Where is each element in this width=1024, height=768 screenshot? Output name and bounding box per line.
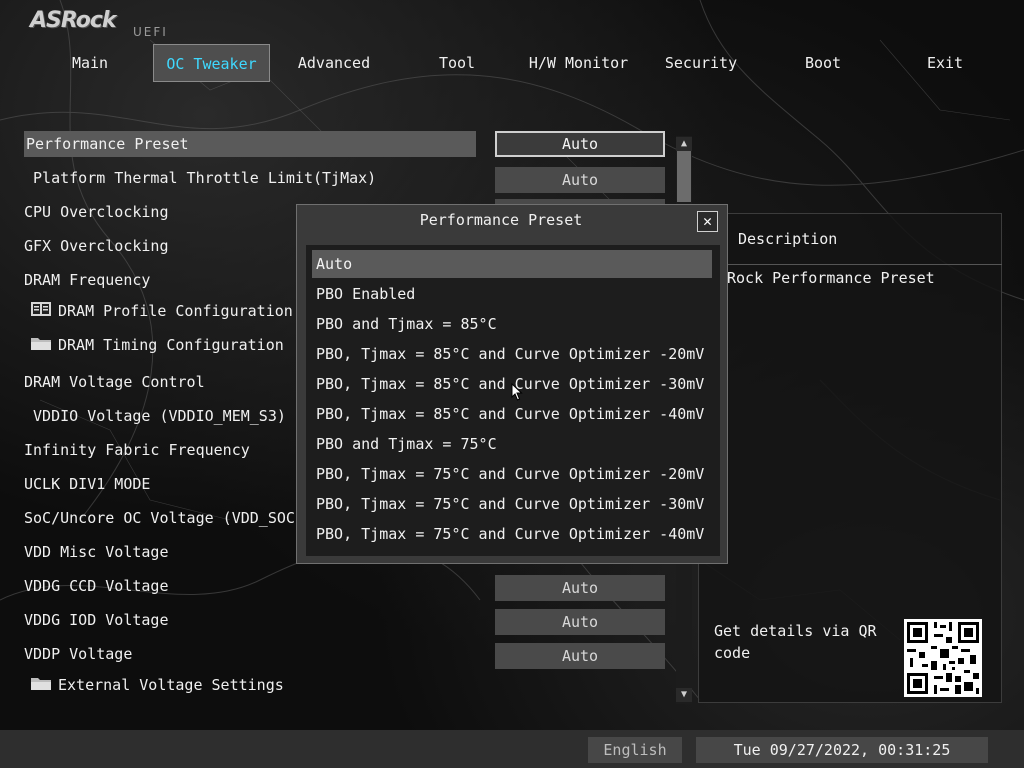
setting-label: VDDP Voltage [24, 645, 133, 663]
setting-label: Infinity Fabric Frequency [24, 441, 250, 459]
qr-code-label: Get details via QR code [714, 622, 877, 662]
setting-soc-uncore-oc-voltage[interactable]: SoC/Uncore OC Voltage (VDD_SOC) [24, 505, 304, 531]
setting-infinity-fabric-frequency[interactable]: Infinity Fabric Frequency [24, 437, 250, 463]
setting-performance-preset[interactable]: Performance Preset [24, 131, 476, 157]
setting-label: VDDG CCD Voltage [24, 577, 169, 595]
setting-label: DRAM Frequency [24, 271, 151, 289]
option-pbo-tjmax-85[interactable]: PBO and Tjmax = 85°C [312, 310, 712, 338]
vddg-ccd-voltage-value[interactable]: Auto [495, 575, 665, 601]
profile-icon [30, 299, 52, 325]
setting-label: VDD Misc Voltage [24, 543, 169, 561]
folder-icon [30, 333, 52, 359]
option-pbo-tjmax-85-co-20[interactable]: PBO, Tjmax = 85°C and Curve Optimizer -2… [312, 340, 712, 368]
setting-gfx-overclocking[interactable]: GFX Overclocking [24, 233, 169, 259]
description-divider [720, 264, 1002, 265]
tab-advanced[interactable]: Advanced [287, 44, 381, 82]
scroll-up-arrow-icon[interactable]: ▲ [676, 137, 692, 151]
setting-vdd-misc-voltage[interactable]: VDD Misc Voltage [24, 539, 169, 565]
setting-dram-frequency[interactable]: DRAM Frequency [24, 267, 150, 293]
setting-label: Platform Thermal Throttle Limit(TjMax) [24, 169, 377, 187]
setting-dram-profile-configuration[interactable]: DRAM Profile Configuration [30, 298, 293, 324]
tab-hw-monitor[interactable]: H/W Monitor [520, 44, 637, 82]
setting-label: GFX Overclocking [24, 237, 169, 255]
option-pbo-tjmax-75[interactable]: PBO and Tjmax = 75°C [312, 430, 712, 458]
close-icon[interactable]: ✕ [697, 211, 718, 232]
option-pbo-tjmax-75-co-40[interactable]: PBO, Tjmax = 75°C and Curve Optimizer -4… [312, 520, 712, 548]
asrock-logo: ASRock [30, 8, 117, 33]
setting-label: DRAM Profile Configuration [58, 302, 293, 320]
setting-vddp-voltage[interactable]: VDDP Voltage [24, 641, 132, 667]
performance-preset-value[interactable]: Auto [495, 131, 665, 157]
scrollbar-thumb[interactable] [677, 150, 691, 202]
datetime-display: Tue 09/27/2022, 00:31:25 [696, 737, 988, 763]
setting-label: DRAM Timing Configuration [58, 336, 284, 354]
setting-label: SoC/Uncore OC Voltage (VDD_SOC) [24, 509, 304, 527]
setting-cpu-overclocking[interactable]: CPU Overclocking [24, 199, 169, 225]
popup-title: Performance Preset [419, 211, 583, 229]
setting-label: Performance Preset [26, 135, 189, 153]
setting-vddio-voltage[interactable]: VDDIO Voltage (VDDIO_MEM_S3) [24, 403, 286, 429]
setting-external-voltage-settings[interactable]: External Voltage Settings [30, 672, 284, 698]
setting-label: DRAM Voltage Control [24, 373, 205, 391]
setting-label: CPU Overclocking [24, 203, 169, 221]
option-pbo-enabled[interactable]: PBO Enabled [312, 280, 712, 308]
setting-label: UCLK DIV1 MODE [24, 475, 151, 493]
scroll-down-arrow-icon[interactable]: ▼ [676, 688, 692, 702]
tab-security[interactable]: Security [654, 44, 748, 82]
qr-code-image [904, 619, 982, 697]
thermal-throttle-limit-value[interactable]: Auto [495, 167, 665, 193]
uefi-label: UEFI [133, 25, 168, 39]
tab-tool[interactable]: Tool [410, 44, 504, 82]
tab-boot[interactable]: Boot [776, 44, 870, 82]
option-auto[interactable]: Auto [312, 250, 712, 278]
setting-thermal-throttle-limit[interactable]: Platform Thermal Throttle Limit(TjMax) [24, 165, 376, 191]
setting-dram-timing-configuration[interactable]: DRAM Timing Configuration [30, 332, 284, 358]
folder-icon [30, 673, 52, 699]
setting-label: External Voltage Settings [58, 676, 284, 694]
tab-exit[interactable]: Exit [898, 44, 992, 82]
setting-label: VDDIO Voltage (VDDIO_MEM_S3) [24, 407, 286, 425]
setting-dram-voltage-control[interactable]: DRAM Voltage Control [24, 369, 205, 395]
tab-main[interactable]: Main [44, 44, 136, 82]
language-selector[interactable]: English [588, 737, 682, 763]
setting-uclk-div1-mode[interactable]: UCLK DIV1 MODE [24, 471, 150, 497]
mouse-cursor-icon [511, 382, 523, 405]
description-text: Rock Performance Preset [727, 269, 935, 287]
tab-oc-tweaker[interactable]: OC Tweaker [153, 44, 270, 82]
option-pbo-tjmax-75-co-30[interactable]: PBO, Tjmax = 75°C and Curve Optimizer -3… [312, 490, 712, 518]
vddg-iod-voltage-value[interactable]: Auto [495, 609, 665, 635]
setting-vddg-iod-voltage[interactable]: VDDG IOD Voltage [24, 607, 169, 633]
description-title: Description [738, 230, 838, 248]
setting-vddg-ccd-voltage[interactable]: VDDG CCD Voltage [24, 573, 169, 599]
option-pbo-tjmax-75-co-20[interactable]: PBO, Tjmax = 75°C and Curve Optimizer -2… [312, 460, 712, 488]
vddp-voltage-value[interactable]: Auto [495, 643, 665, 669]
setting-label: VDDG IOD Voltage [24, 611, 169, 629]
